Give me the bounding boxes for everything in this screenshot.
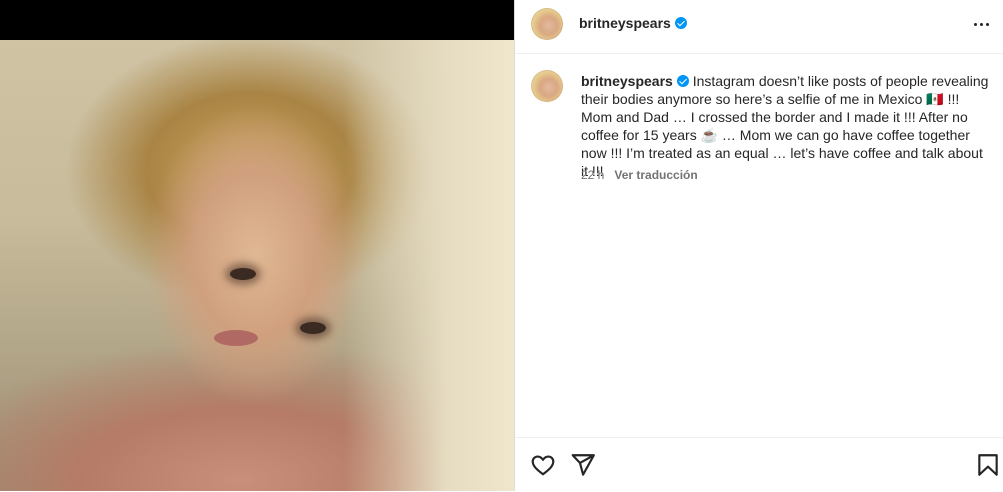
post-side-panel: britneyspears britneyspears Instagram do…: [515, 0, 1003, 491]
author-username[interactable]: britneyspears: [579, 15, 671, 31]
heart-icon[interactable]: [530, 452, 556, 478]
caption-author-username[interactable]: britneyspears: [581, 73, 673, 89]
author-username-row[interactable]: britneyspears: [579, 15, 687, 31]
more-dot: [973, 22, 977, 26]
author-avatar[interactable]: [531, 8, 563, 40]
bookmark-icon[interactable]: [975, 452, 1001, 478]
caption-meta: 22 h Ver traducción: [581, 168, 698, 182]
photo-right-eye: [300, 322, 326, 334]
verified-badge-icon: [674, 17, 687, 29]
see-translation-button[interactable]: Ver traducción: [614, 168, 697, 182]
caption-text-block: britneyspears Instagram doesn’t like pos…: [581, 72, 991, 180]
photo-wall-highlight: [344, 40, 514, 491]
post-photo[interactable]: [0, 40, 514, 491]
photo-left-eye: [230, 268, 256, 280]
instagram-post-view: britneyspears britneyspears Instagram do…: [0, 0, 1003, 491]
more-dot: [979, 22, 983, 26]
more-dot: [985, 22, 989, 26]
post-action-bar: [515, 437, 1003, 492]
more-options-icon[interactable]: [969, 12, 993, 36]
caption-author-avatar[interactable]: [531, 70, 563, 102]
post-media[interactable]: [0, 0, 514, 491]
post-header: britneyspears: [515, 0, 1003, 54]
send-icon[interactable]: [570, 452, 596, 478]
verified-badge-icon: [676, 75, 689, 87]
post-timestamp[interactable]: 22 h: [581, 168, 604, 182]
photo-lips: [214, 330, 258, 346]
